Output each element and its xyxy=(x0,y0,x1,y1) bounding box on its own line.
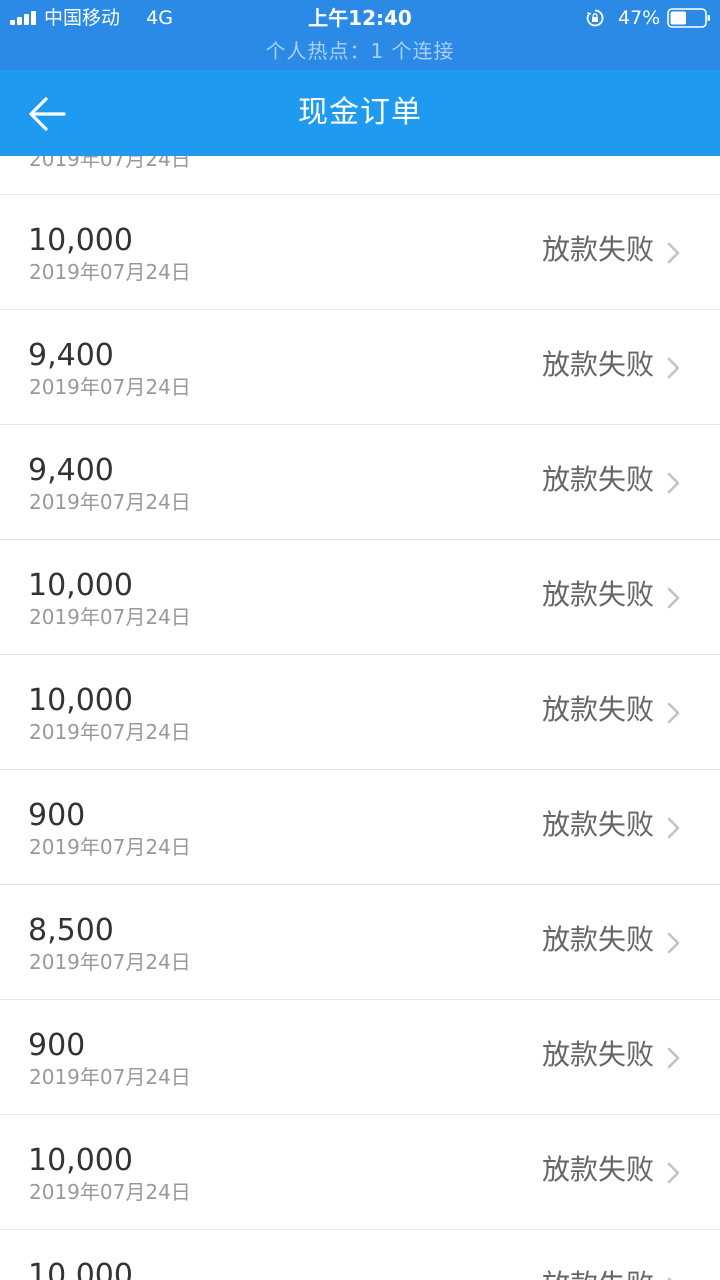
partial-list-item[interactable]: 2019年07月24日 xyxy=(0,156,720,194)
order-row[interactable]: 10,0002019年07月24日放款失败 xyxy=(0,1229,720,1280)
chevron-right-icon xyxy=(667,1277,672,1280)
order-date: 2019年07月24日 xyxy=(29,1065,191,1089)
battery-percent: 47% xyxy=(618,7,661,29)
order-status: 放款失败 xyxy=(541,463,654,496)
order-row[interactable]: 10,0002019年07月24日 放款失败 xyxy=(0,194,720,309)
order-row[interactable]: 8,500 2019年07月24日 放款失败 xyxy=(0,884,720,999)
order-amount: 9,400 xyxy=(28,338,114,373)
order-date: 2019年07月24日 xyxy=(29,835,191,859)
chevron-right-icon xyxy=(667,1162,680,1184)
order-amount: 900 xyxy=(28,798,86,833)
order-status: 放款失败 xyxy=(541,923,654,956)
status-bar: 中国移动 4G 上午12:40 47% 个人热点：1 个连接 xyxy=(0,0,720,70)
status-bar-top: 中国移动 4G 上午12:40 47% xyxy=(0,0,720,36)
order-status: 放款失败 xyxy=(541,808,654,841)
order-row[interactable]: 10,0002019年07月24日 放款失败 xyxy=(0,654,720,769)
order-amount: 10,000 xyxy=(28,568,133,603)
order-date: 2019年07月24日 xyxy=(29,375,191,399)
order-row[interactable]: 9,400 2019年07月24日 放款失败 xyxy=(0,424,720,539)
page-title: 现金订单 xyxy=(298,95,422,130)
order-date: 2019年07月24日 xyxy=(29,950,191,974)
order-date: 2019年07月24日 xyxy=(29,156,191,171)
order-date: 2019年07月24日 xyxy=(29,260,191,284)
order-status: 放款失败 xyxy=(541,1038,654,1071)
back-button[interactable] xyxy=(18,86,74,142)
order-status: 放款失败 xyxy=(541,693,654,726)
order-amount: 10,000 xyxy=(28,1143,133,1178)
chevron-right-icon xyxy=(667,702,680,724)
order-amount: 10,000 xyxy=(28,1258,133,1280)
order-status: 放款失败 xyxy=(541,233,654,266)
order-row[interactable]: 10,0002019年07月24日 放款失败 xyxy=(0,539,720,654)
order-date: 2019年07月24日 xyxy=(29,720,191,744)
order-status: 放款失败 xyxy=(541,1153,654,1186)
hotspot-indicator[interactable]: 个人热点：1 个连接 xyxy=(0,38,720,64)
order-row[interactable]: 900 2019年07月24日 放款失败 xyxy=(0,769,720,884)
order-amount: 9,400 xyxy=(28,453,114,488)
order-row[interactable]: 900 2019年07月24日 放款失败 xyxy=(0,999,720,1114)
order-date: 2019年07月24日 xyxy=(29,1180,191,1204)
chevron-right-icon xyxy=(667,817,680,839)
chevron-right-icon xyxy=(667,472,680,494)
order-amount: 8,500 xyxy=(28,913,114,948)
chevron-right-icon xyxy=(667,242,680,264)
chevron-right-icon xyxy=(667,1047,680,1069)
battery-icon xyxy=(667,8,710,28)
order-list: 10,000 2019年07月24日 放款失败 9,400 2019年07月24日 放款失… xyxy=(0,194,720,1280)
order-amount: 900 xyxy=(28,1028,86,1063)
order-status: 放款失败 xyxy=(541,348,654,381)
order-row[interactable]: 9,400 2019年07月24日 放款失败 xyxy=(0,309,720,424)
clock: 上午12:40 xyxy=(308,6,412,30)
order-status: 放款失败 xyxy=(542,1268,654,1280)
order-amount: 10,000 xyxy=(28,223,133,258)
order-date: 2019年07月24日 xyxy=(29,490,191,514)
order-date: 2019年07月24日 xyxy=(29,605,191,629)
navigation-bar: 现金订单 xyxy=(0,70,720,156)
screen: 2019年07月24日 10,000 2019年07月24日 放款失败 9,400 20… xyxy=(0,0,720,1280)
chevron-right-icon xyxy=(667,587,680,609)
order-list-viewport[interactable]: 2019年07月24日 10,000 2019年07月24日 放款失败 9,400 20… xyxy=(0,156,720,1280)
chevron-right-icon xyxy=(667,357,680,379)
chevron-right-icon xyxy=(667,932,680,954)
order-row[interactable]: 10,0002019年07月24日 放款失败 xyxy=(0,1114,720,1229)
back-arrow-icon xyxy=(29,97,66,131)
order-status: 放款失败 xyxy=(541,578,654,611)
rotation-lock-icon xyxy=(586,9,604,27)
order-amount: 10,000 xyxy=(28,683,133,718)
